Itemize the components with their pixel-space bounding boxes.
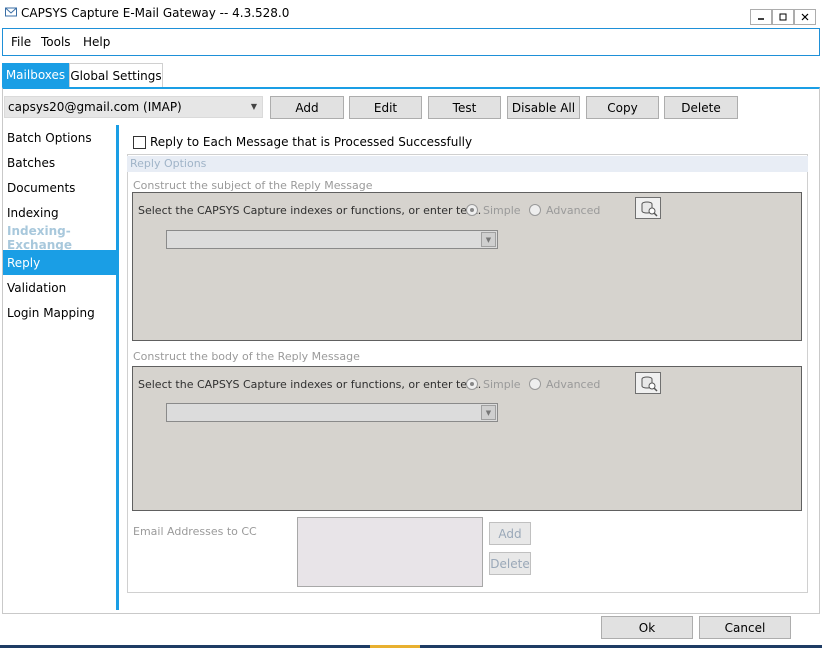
sidebar: Batch Options Batches Documents Indexing… bbox=[3, 125, 117, 610]
sidebar-item-validation[interactable]: Validation bbox=[3, 275, 117, 300]
body-lookup-button[interactable] bbox=[635, 372, 661, 394]
sidebar-item-documents[interactable]: Documents bbox=[3, 175, 117, 200]
radio-selected-dot bbox=[470, 208, 474, 212]
sidebar-item-indexing-exchange: Indexing-Exchange bbox=[7, 223, 72, 252]
body-instruction: Select the CAPSYS Capture indexes or fun… bbox=[138, 378, 482, 391]
mailbox-select[interactable]: capsys20@gmail.com (IMAP) ▼ bbox=[4, 96, 263, 118]
menu-tools[interactable]: Tools bbox=[41, 35, 71, 49]
dropdown-arrow-icon: ▼ bbox=[481, 405, 496, 420]
cc-add-button[interactable]: Add bbox=[489, 522, 531, 545]
edit-mailbox-button[interactable]: Edit bbox=[349, 96, 422, 119]
test-mailbox-button[interactable]: Test bbox=[428, 96, 501, 119]
mailbox-select-value: capsys20@gmail.com (IMAP) bbox=[8, 100, 182, 114]
sidebar-item-login-mapping[interactable]: Login Mapping bbox=[3, 300, 117, 325]
envelope-icon bbox=[5, 7, 17, 17]
close-icon bbox=[801, 13, 809, 21]
maximize-icon bbox=[779, 13, 787, 21]
cancel-button[interactable]: Cancel bbox=[699, 616, 791, 639]
subject-advanced-radio[interactable] bbox=[529, 204, 541, 216]
sidebar-divider bbox=[116, 125, 119, 610]
cc-label: Email Addresses to CC bbox=[133, 525, 257, 538]
reply-options-label: Reply Options bbox=[130, 157, 207, 170]
body-simple-label: Simple bbox=[483, 378, 521, 391]
dropdown-arrow-icon: ▼ bbox=[250, 102, 257, 111]
reply-checkbox-label[interactable]: Reply to Each Message that is Processed … bbox=[150, 135, 472, 149]
delete-mailbox-button[interactable]: Delete bbox=[664, 96, 738, 119]
reply-checkbox[interactable] bbox=[133, 136, 146, 149]
maximize-button[interactable] bbox=[772, 9, 794, 25]
window-title: CAPSYS Capture E-Mail Gateway -- 4.3.528… bbox=[21, 6, 290, 20]
body-advanced-radio[interactable] bbox=[529, 378, 541, 390]
tab-mailboxes[interactable]: Mailboxes bbox=[2, 63, 69, 87]
body-section-label: Construct the body of the Reply Message bbox=[133, 350, 360, 363]
subject-lookup-button[interactable] bbox=[635, 197, 661, 219]
tab-global-settings[interactable]: Global Settings bbox=[69, 63, 163, 87]
ok-button[interactable]: Ok bbox=[601, 616, 693, 639]
database-search-icon bbox=[641, 201, 658, 217]
subject-advanced-label: Advanced bbox=[546, 204, 601, 217]
body-advanced-label: Advanced bbox=[546, 378, 601, 391]
body-simple-radio[interactable] bbox=[466, 378, 478, 390]
cc-delete-button[interactable]: Delete bbox=[489, 552, 531, 575]
subject-section-label: Construct the subject of the Reply Messa… bbox=[133, 179, 373, 192]
sidebar-item-indexing[interactable]: Indexing bbox=[3, 200, 117, 225]
reply-options-header bbox=[127, 156, 808, 172]
subject-combo[interactable]: ▼ bbox=[166, 230, 498, 249]
database-search-icon bbox=[641, 376, 658, 392]
disable-all-button[interactable]: Disable All bbox=[507, 96, 580, 119]
subject-instruction: Select the CAPSYS Capture indexes or fun… bbox=[138, 204, 482, 217]
subject-panel: Select the CAPSYS Capture indexes or fun… bbox=[132, 192, 802, 341]
menu-help[interactable]: Help bbox=[83, 35, 110, 49]
minimize-icon bbox=[758, 18, 764, 20]
sidebar-item-reply[interactable]: Reply bbox=[3, 250, 117, 275]
minimize-button[interactable] bbox=[750, 9, 772, 25]
subject-simple-label: Simple bbox=[483, 204, 521, 217]
copy-mailbox-button[interactable]: Copy bbox=[586, 96, 659, 119]
close-button[interactable] bbox=[794, 9, 816, 25]
menu-bar: File Tools Help bbox=[2, 28, 820, 56]
cc-address-list[interactable] bbox=[297, 517, 483, 587]
radio-selected-dot bbox=[470, 382, 474, 386]
body-combo[interactable]: ▼ bbox=[166, 403, 498, 422]
dropdown-arrow-icon: ▼ bbox=[481, 232, 496, 247]
add-mailbox-button[interactable]: Add bbox=[270, 96, 344, 119]
sidebar-item-batches[interactable]: Batches bbox=[3, 150, 117, 175]
sidebar-item-batch-options[interactable]: Batch Options bbox=[3, 125, 117, 150]
subject-simple-radio[interactable] bbox=[466, 204, 478, 216]
body-panel: Select the CAPSYS Capture indexes or fun… bbox=[132, 366, 802, 511]
menu-file[interactable]: File bbox=[11, 35, 31, 49]
